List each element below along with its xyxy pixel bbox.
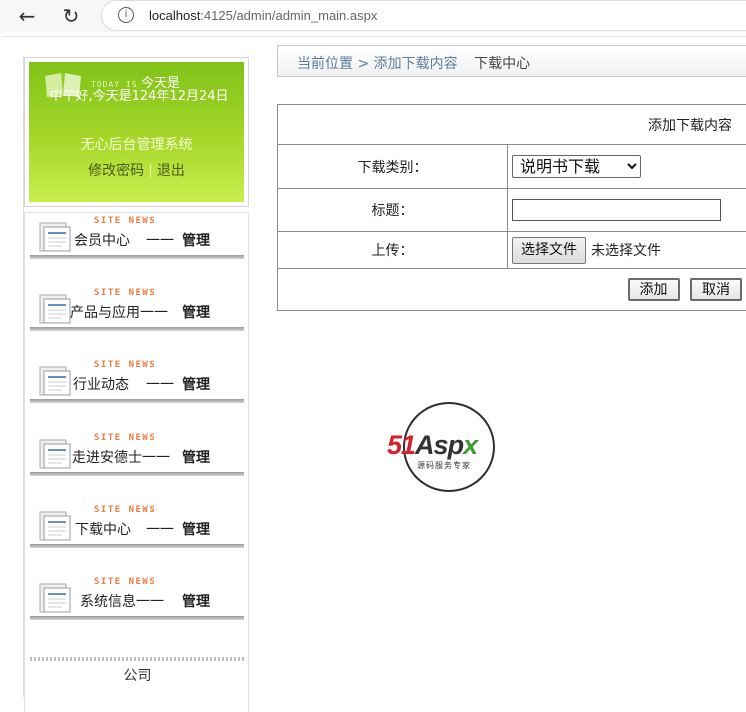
- menu-item-underline: [30, 544, 244, 548]
- sidebar-item-downloads[interactable]: SITE NEWS 下载中心 一一 管理: [30, 504, 244, 552]
- account-links: 修改密码|退出: [29, 160, 244, 180]
- breadcrumb: 当前位置 > 添加下载内容 下载中心: [277, 45, 746, 77]
- sidebar-item-industry-news[interactable]: SITE NEWS 行业动态 一一 管理: [30, 359, 244, 407]
- sidebar-menu: SITE NEWS 会员中心 一一 管理 SITE NEWS 产品与应用一一 管…: [24, 212, 249, 712]
- category-label: 下载类别：: [278, 145, 508, 189]
- change-password-link[interactable]: 修改密码: [88, 163, 144, 179]
- menu-item-title: 行业动态: [73, 374, 129, 394]
- url-host: localhost: [149, 8, 200, 23]
- menu-item-underline: [30, 327, 244, 331]
- sidebar-item-system-info[interactable]: SITE NEWS 系统信息一一 管理: [30, 576, 244, 624]
- menu-item-title: 产品与应用一一: [70, 302, 168, 322]
- form-actions: 添加 取消: [278, 269, 746, 311]
- menu-item-manage: 管理: [182, 374, 210, 394]
- company-label: 公司: [25, 665, 250, 685]
- form-title: 添加下载内容: [278, 105, 746, 145]
- add-download-form: 添加下载内容 下载类别： 说明书下载 标题： 上传： 选择文件 未选择文件: [277, 104, 746, 311]
- site-news-badge: SITE NEWS: [94, 433, 156, 443]
- logo-tagline: 源码服务专家: [417, 460, 471, 471]
- site-news-badge: SITE NEWS: [94, 288, 156, 298]
- breadcrumb-section: 下载中心: [474, 56, 530, 72]
- site-news-badge: SITE NEWS: [94, 360, 156, 370]
- menu-item-manage: 管理: [182, 519, 210, 539]
- link-separator: |: [148, 163, 153, 179]
- breadcrumb-arrow: >: [357, 56, 369, 72]
- menu-item-dash: 一一: [146, 519, 174, 539]
- menu-item-manage: 管理: [182, 302, 210, 322]
- breadcrumb-page-link[interactable]: 添加下载内容: [374, 56, 458, 72]
- menu-item-dash: 一一: [146, 230, 174, 250]
- site-news-badge: SITE NEWS: [94, 216, 156, 226]
- welcome-panel: TODAY IS 今天是 中午好,今天是124年12月24日 无心后台管理系统 …: [24, 57, 249, 207]
- logout-link[interactable]: 退出: [157, 163, 185, 179]
- cancel-button[interactable]: 取消: [690, 278, 742, 301]
- category-select[interactable]: 说明书下载: [512, 155, 641, 178]
- logo-wordmark: 51Aspx: [387, 430, 477, 461]
- menu-divider: [30, 657, 244, 661]
- logo-a: A: [415, 430, 434, 460]
- document-icon: [38, 291, 74, 325]
- browser-toolbar: ← ↻ i localhost:4125/admin/admin_main.as…: [0, 0, 746, 32]
- menu-item-underline: [30, 399, 244, 403]
- upload-label: 上传：: [278, 232, 508, 269]
- menu-item-manage: 管理: [182, 230, 210, 250]
- file-status: 未选择文件: [591, 240, 661, 260]
- menu-item-underline: [30, 616, 244, 620]
- logo-51: 51: [387, 430, 415, 460]
- file-picker: 选择文件 未选择文件: [512, 237, 746, 264]
- sidebar-item-products[interactable]: SITE NEWS 产品与应用一一 管理: [30, 287, 244, 335]
- title-cell: [508, 189, 746, 232]
- document-icon: [38, 436, 74, 470]
- document-icon: [38, 363, 74, 397]
- sidebar-item-about[interactable]: SITE NEWS 走进安德士一一 管理: [30, 432, 244, 480]
- document-icon: [38, 508, 74, 542]
- left-sidebar: TODAY IS 今天是 中午好,今天是124年12月24日 无心后台管理系统 …: [23, 57, 248, 697]
- back-arrow-icon[interactable]: ←: [14, 4, 40, 28]
- address-bar[interactable]: i localhost:4125/admin/admin_main.aspx: [101, 0, 746, 31]
- welcome-banner: TODAY IS 今天是 中午好,今天是124年12月24日 无心后台管理系统 …: [29, 62, 244, 202]
- reload-icon[interactable]: ↻: [58, 4, 84, 28]
- system-name: 无心后台管理系统: [29, 134, 244, 154]
- logo-sp: sp: [434, 430, 464, 460]
- site-news-badge: SITE NEWS: [94, 505, 156, 515]
- menu-item-title: 下载中心: [75, 519, 131, 539]
- url-path: :4125/admin/admin_main.aspx: [200, 8, 377, 23]
- document-icon: [38, 580, 74, 614]
- site-news-badge: SITE NEWS: [94, 577, 156, 587]
- menu-item-manage: 管理: [182, 447, 210, 467]
- menu-item-underline: [30, 472, 244, 476]
- category-cell: 说明书下载: [508, 145, 746, 189]
- url-text: localhost:4125/admin/admin_main.aspx: [149, 8, 377, 23]
- site-info-icon[interactable]: i: [118, 7, 134, 23]
- sidebar-item-member-center[interactable]: SITE NEWS 会员中心 一一 管理: [30, 215, 244, 263]
- menu-item-manage: 管理: [182, 591, 210, 611]
- menu-item-title: 系统信息一一: [80, 591, 164, 611]
- menu-item-title: 走进安德士一一: [72, 447, 170, 467]
- logo-x: x: [463, 430, 477, 460]
- choose-file-button[interactable]: 选择文件: [512, 237, 586, 264]
- menu-item-dash: 一一: [146, 374, 174, 394]
- menu-item-underline: [30, 255, 244, 259]
- document-icon: [38, 219, 74, 253]
- breadcrumb-prefix: 当前位置: [297, 56, 353, 72]
- title-label: 标题：: [278, 189, 508, 232]
- breadcrumb-trail: 当前位置 > 添加下载内容 下载中心: [297, 53, 530, 73]
- menu-item-title: 会员中心: [74, 230, 130, 250]
- add-button[interactable]: 添加: [628, 278, 680, 301]
- page-content: TODAY IS 今天是 中午好,今天是124年12月24日 无心后台管理系统 …: [3, 36, 746, 687]
- title-input[interactable]: [512, 199, 721, 221]
- brand-logo: 51Aspx 源码服务专家: [387, 402, 517, 494]
- upload-cell: 选择文件 未选择文件: [508, 232, 746, 269]
- greeting-line: 中午好,今天是124年12月24日: [39, 86, 239, 108]
